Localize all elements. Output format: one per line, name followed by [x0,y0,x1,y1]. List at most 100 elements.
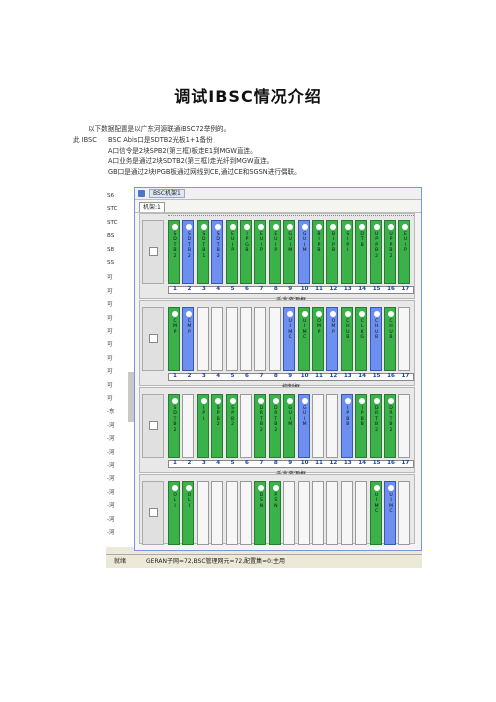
tree-item[interactable]: -河 [107,501,115,509]
board-slot[interactable] [283,481,296,545]
window-titlebar[interactable]: BSC机架1 [135,188,421,200]
board-slot[interactable]: C H U B [369,307,382,371]
tree-item[interactable]: 可 [107,327,113,335]
tree-item[interactable]: 可 [107,287,113,295]
board-status-led-icon [258,224,265,230]
board-slot[interactable] [211,481,224,545]
board-slot[interactable]: U I M C [369,481,382,545]
tree-item[interactable]: 可 [107,394,113,402]
tab-rack-1[interactable]: 机架:1 [139,202,165,212]
board-slot[interactable]: G U I M [297,394,310,458]
board-slot[interactable]: U P P B 2 [369,220,382,284]
board-slot[interactable]: U P P B 2 [384,220,396,284]
board-slot[interactable]: U I M C [283,307,296,371]
tree-item[interactable]: 可 [107,273,113,281]
board-slot[interactable]: O M P [326,307,339,371]
board-slot[interactable]: I P B B [340,394,353,458]
board-slot[interactable]: S D T B 2 [182,220,195,284]
tree-item[interactable]: -河 [107,421,115,429]
board-slot[interactable]: S I P I [340,220,353,284]
board-slot[interactable]: I P B B [355,394,368,458]
board-slot[interactable]: D S N [254,481,267,545]
board-slot[interactable]: D T B [355,220,368,284]
board-slot[interactable]: S D T B 1 [196,220,209,284]
tree-item[interactable]: 可 [107,354,113,362]
board-slot[interactable]: D R T B 2 [254,394,267,458]
board-slot[interactable]: C M P [182,307,195,371]
status-bar: 就绪 GERAN子网=72,BSC管理网元=72,配置集=0:主用 [106,554,422,568]
board-slot[interactable] [240,394,252,458]
board-slot[interactable]: E U I P [225,220,238,284]
board-slot[interactable] [196,481,209,545]
board-slot[interactable]: P S N [268,481,281,545]
board-slot[interactable] [312,394,324,458]
tree-item[interactable]: S6 [107,193,114,199]
tree-item[interactable]: -河 [107,434,115,442]
board-slot[interactable]: U I M C [297,307,310,371]
board-slot[interactable] [240,307,252,371]
board-slot[interactable] [398,307,411,371]
board-status-led-icon [373,398,380,404]
tree-item[interactable]: 可 [107,367,113,375]
tree-item[interactable]: -河 [107,528,115,536]
board-slot[interactable] [211,307,224,371]
board-slot[interactable]: S P B 2 [225,394,238,458]
tree-item[interactable]: -河 [107,515,115,523]
board-slot[interactable]: B I P B [312,220,324,284]
board-slot[interactable]: S D T B 2 [168,220,180,284]
board-slot[interactable]: E U I P [398,220,411,284]
board-slot[interactable] [326,481,339,545]
tree-item[interactable]: 可 [107,340,113,348]
tree-item[interactable]: -河 [107,461,115,469]
board-slot[interactable]: S D T B 2 [168,394,180,458]
board-slot[interactable]: G U I M [283,394,296,458]
board-slot[interactable]: G U I M [297,220,310,284]
board-slot[interactable] [297,481,310,545]
board-slot[interactable]: S D T B 2 [211,220,224,284]
board-slot[interactable]: U I M C [384,481,396,545]
tree-item[interactable]: -河 [107,474,115,482]
board-slot[interactable] [225,481,238,545]
board-slot[interactable]: C M P [168,307,180,371]
board-slot[interactable]: E U I P [268,220,281,284]
board-slot[interactable] [312,481,324,545]
board-slot[interactable]: O L I [168,481,180,545]
tree-item[interactable]: S8 [107,247,114,253]
tree-item[interactable]: -河 [107,488,115,496]
board-slot[interactable] [196,307,209,371]
tree-item[interactable]: -河 [107,448,115,456]
board-slot[interactable] [398,394,411,458]
board-slot[interactable]: I P I [196,394,209,458]
board-slot[interactable]: B I P B [326,220,339,284]
board-slot[interactable] [182,394,195,458]
tree-item[interactable]: SS [107,260,114,266]
board-slot[interactable]: C H U B [340,307,353,371]
tree-item[interactable]: -东 [107,407,115,415]
tree-item[interactable]: STC [107,220,118,226]
board-slot[interactable]: E U I P [254,220,267,284]
board-slot[interactable] [225,307,238,371]
board-slot[interactable] [326,394,339,458]
board-slot[interactable]: S P B 2 [211,394,224,458]
board-slot[interactable] [398,481,411,545]
tree-item[interactable]: STC [107,206,118,212]
tree-item[interactable]: 可 [107,381,113,389]
board-slot[interactable]: D R T B 2 [268,394,281,458]
tree-item[interactable]: 可 [107,314,113,322]
board-slot[interactable]: D R T B 2 [369,394,382,458]
board-slot[interactable]: C L K G [355,307,368,371]
board-slot[interactable]: D R T B 2 [384,394,396,458]
tree-item[interactable]: BS [107,233,114,239]
board-slot[interactable]: G U I M [283,220,296,284]
board-slot[interactable]: O L I [182,481,195,545]
board-slot[interactable]: C H U B [384,307,396,371]
board-slot[interactable] [268,307,281,371]
board-slot[interactable] [240,481,252,545]
board-slot[interactable] [355,481,368,545]
slot-number: 9 [288,460,293,466]
board-slot[interactable]: I P G B [240,220,252,284]
tree-item[interactable]: 可 [107,300,113,308]
board-slot[interactable] [254,307,267,371]
board-slot[interactable]: O M P [312,307,324,371]
board-slot[interactable] [340,481,353,545]
